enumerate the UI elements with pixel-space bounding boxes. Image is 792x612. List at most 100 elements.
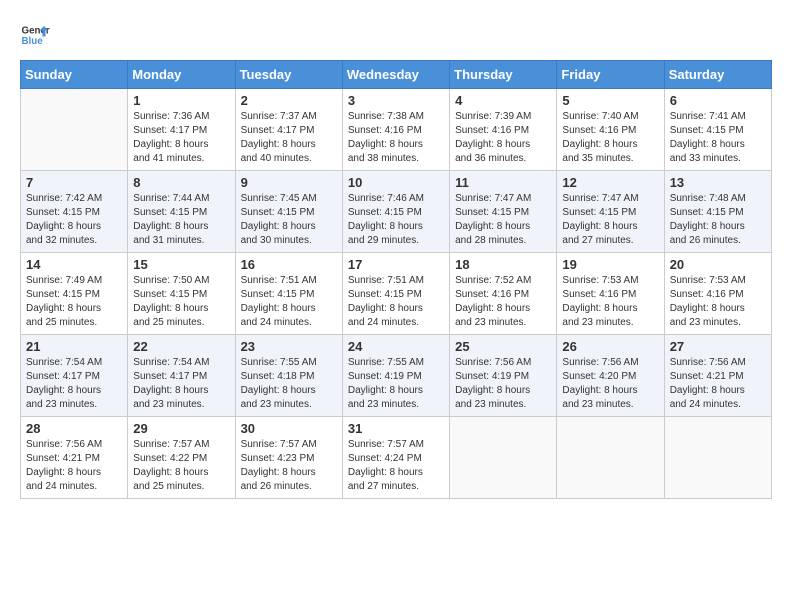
logo-icon: General Blue (20, 20, 50, 50)
day-info: Sunrise: 7:38 AM Sunset: 4:16 PM Dayligh… (348, 110, 444, 166)
day-number: 23 (241, 339, 337, 354)
day-number: 31 (348, 421, 444, 436)
day-info: Sunrise: 7:57 AM Sunset: 4:24 PM Dayligh… (348, 438, 444, 494)
day-number: 22 (133, 339, 229, 354)
calendar-cell: 8 Sunrise: 7:44 AM Sunset: 4:15 PM Daylig… (128, 171, 235, 253)
day-number: 18 (455, 257, 551, 272)
calendar-cell: 27 Sunrise: 7:56 AM Sunset: 4:21 PM Dayli… (664, 335, 771, 417)
weekday-header-tuesday: Tuesday (235, 61, 342, 89)
calendar-cell: 18 Sunrise: 7:52 AM Sunset: 4:16 PM Dayli… (450, 253, 557, 335)
calendar-cell (450, 417, 557, 499)
day-number: 3 (348, 93, 444, 108)
day-info: Sunrise: 7:56 AM Sunset: 4:21 PM Dayligh… (670, 356, 766, 412)
day-info: Sunrise: 7:55 AM Sunset: 4:18 PM Dayligh… (241, 356, 337, 412)
day-number: 5 (562, 93, 658, 108)
day-number: 14 (26, 257, 122, 272)
day-number: 17 (348, 257, 444, 272)
day-number: 15 (133, 257, 229, 272)
day-info: Sunrise: 7:40 AM Sunset: 4:16 PM Dayligh… (562, 110, 658, 166)
day-info: Sunrise: 7:55 AM Sunset: 4:19 PM Dayligh… (348, 356, 444, 412)
calendar-cell: 21Sunrise: 7:54 AM Sunset: 4:17 PM Dayli… (21, 335, 128, 417)
logo: General Blue (20, 20, 54, 50)
day-info: Sunrise: 7:44 AM Sunset: 4:15 PM Dayligh… (133, 192, 229, 248)
day-number: 4 (455, 93, 551, 108)
day-info: Sunrise: 7:54 AM Sunset: 4:17 PM Dayligh… (26, 356, 122, 412)
day-number: 30 (241, 421, 337, 436)
day-info: Sunrise: 7:47 AM Sunset: 4:15 PM Dayligh… (455, 192, 551, 248)
calendar-cell: 1 Sunrise: 7:36 AM Sunset: 4:17 PM Daylig… (128, 89, 235, 171)
calendar-cell: 5 Sunrise: 7:40 AM Sunset: 4:16 PM Daylig… (557, 89, 664, 171)
day-info: Sunrise: 7:56 AM Sunset: 4:20 PM Dayligh… (562, 356, 658, 412)
day-info: Sunrise: 7:51 AM Sunset: 4:15 PM Dayligh… (241, 274, 337, 330)
svg-text:General: General (22, 26, 51, 37)
calendar-cell: 13 Sunrise: 7:48 AM Sunset: 4:15 PM Dayli… (664, 171, 771, 253)
day-number: 20 (670, 257, 766, 272)
day-number: 12 (562, 175, 658, 190)
calendar-cell: 6 Sunrise: 7:41 AM Sunset: 4:15 PM Daylig… (664, 89, 771, 171)
calendar-cell (664, 417, 771, 499)
day-number: 19 (562, 257, 658, 272)
weekday-header-friday: Friday (557, 61, 664, 89)
weekday-header-thursday: Thursday (450, 61, 557, 89)
calendar-cell: 12 Sunrise: 7:47 AM Sunset: 4:15 PM Dayli… (557, 171, 664, 253)
calendar-cell: 14 Sunrise: 7:49 AM Sunset: 4:15 PM Dayli… (21, 253, 128, 335)
calendar-cell: 22Sunrise: 7:54 AM Sunset: 4:17 PM Dayli… (128, 335, 235, 417)
day-info: Sunrise: 7:51 AM Sunset: 4:15 PM Dayligh… (348, 274, 444, 330)
day-info: Sunrise: 7:48 AM Sunset: 4:15 PM Dayligh… (670, 192, 766, 248)
day-info: Sunrise: 7:37 AM Sunset: 4:17 PM Dayligh… (241, 110, 337, 166)
day-info: Sunrise: 7:52 AM Sunset: 4:16 PM Dayligh… (455, 274, 551, 330)
day-number: 26 (562, 339, 658, 354)
day-info: Sunrise: 7:45 AM Sunset: 4:15 PM Dayligh… (241, 192, 337, 248)
calendar-cell: 3 Sunrise: 7:38 AM Sunset: 4:16 PM Daylig… (342, 89, 449, 171)
calendar-cell: 24 Sunrise: 7:55 AM Sunset: 4:19 PM Dayli… (342, 335, 449, 417)
calendar-cell: 17 Sunrise: 7:51 AM Sunset: 4:15 PM Dayli… (342, 253, 449, 335)
calendar-cell: 31 Sunrise: 7:57 AM Sunset: 4:24 PM Dayli… (342, 417, 449, 499)
calendar-cell: 16 Sunrise: 7:51 AM Sunset: 4:15 PM Dayli… (235, 253, 342, 335)
calendar-cell: 9 Sunrise: 7:45 AM Sunset: 4:15 PM Daylig… (235, 171, 342, 253)
day-info: Sunrise: 7:57 AM Sunset: 4:23 PM Dayligh… (241, 438, 337, 494)
weekday-header-saturday: Saturday (664, 61, 771, 89)
day-number: 28 (26, 421, 122, 436)
day-info: Sunrise: 7:53 AM Sunset: 4:16 PM Dayligh… (562, 274, 658, 330)
day-number: 13 (670, 175, 766, 190)
day-number: 8 (133, 175, 229, 190)
day-number: 24 (348, 339, 444, 354)
day-number: 1 (133, 93, 229, 108)
calendar-cell (21, 89, 128, 171)
day-number: 10 (348, 175, 444, 190)
calendar-table: SundayMondayTuesdayWednesdayThursdayFrid… (20, 60, 772, 499)
calendar-week-5: 28Sunrise: 7:56 AM Sunset: 4:21 PM Dayli… (21, 417, 772, 499)
day-number: 16 (241, 257, 337, 272)
calendar-cell: 28Sunrise: 7:56 AM Sunset: 4:21 PM Dayli… (21, 417, 128, 499)
day-info: Sunrise: 7:53 AM Sunset: 4:16 PM Dayligh… (670, 274, 766, 330)
calendar-cell: 23 Sunrise: 7:55 AM Sunset: 4:18 PM Dayli… (235, 335, 342, 417)
weekday-header-row: SundayMondayTuesdayWednesdayThursdayFrid… (21, 61, 772, 89)
calendar-cell: 20 Sunrise: 7:53 AM Sunset: 4:16 PM Dayli… (664, 253, 771, 335)
calendar-cell: 26 Sunrise: 7:56 AM Sunset: 4:20 PM Dayli… (557, 335, 664, 417)
day-number: 7 (26, 175, 122, 190)
calendar-cell: 10 Sunrise: 7:46 AM Sunset: 4:15 PM Dayli… (342, 171, 449, 253)
calendar-cell: 19 Sunrise: 7:53 AM Sunset: 4:16 PM Dayli… (557, 253, 664, 335)
calendar-week-3: 14 Sunrise: 7:49 AM Sunset: 4:15 PM Dayli… (21, 253, 772, 335)
day-number: 6 (670, 93, 766, 108)
calendar-week-2: 7Sunrise: 7:42 AM Sunset: 4:15 PM Daylig… (21, 171, 772, 253)
weekday-header-wednesday: Wednesday (342, 61, 449, 89)
calendar-cell (557, 417, 664, 499)
day-info: Sunrise: 7:47 AM Sunset: 4:15 PM Dayligh… (562, 192, 658, 248)
svg-text:Blue: Blue (22, 36, 44, 47)
day-info: Sunrise: 7:49 AM Sunset: 4:15 PM Dayligh… (26, 274, 122, 330)
day-info: Sunrise: 7:36 AM Sunset: 4:17 PM Dayligh… (133, 110, 229, 166)
day-number: 29 (133, 421, 229, 436)
day-info: Sunrise: 7:46 AM Sunset: 4:15 PM Dayligh… (348, 192, 444, 248)
day-info: Sunrise: 7:41 AM Sunset: 4:15 PM Dayligh… (670, 110, 766, 166)
calendar-week-4: 21Sunrise: 7:54 AM Sunset: 4:17 PM Dayli… (21, 335, 772, 417)
day-number: 11 (455, 175, 551, 190)
day-info: Sunrise: 7:57 AM Sunset: 4:22 PM Dayligh… (133, 438, 229, 494)
day-number: 27 (670, 339, 766, 354)
calendar-cell: 7Sunrise: 7:42 AM Sunset: 4:15 PM Daylig… (21, 171, 128, 253)
calendar-cell: 2Sunrise: 7:37 AM Sunset: 4:17 PM Daylig… (235, 89, 342, 171)
day-info: Sunrise: 7:50 AM Sunset: 4:15 PM Dayligh… (133, 274, 229, 330)
day-number: 9 (241, 175, 337, 190)
calendar-week-1: 1 Sunrise: 7:36 AM Sunset: 4:17 PM Daylig… (21, 89, 772, 171)
day-info: Sunrise: 7:39 AM Sunset: 4:16 PM Dayligh… (455, 110, 551, 166)
